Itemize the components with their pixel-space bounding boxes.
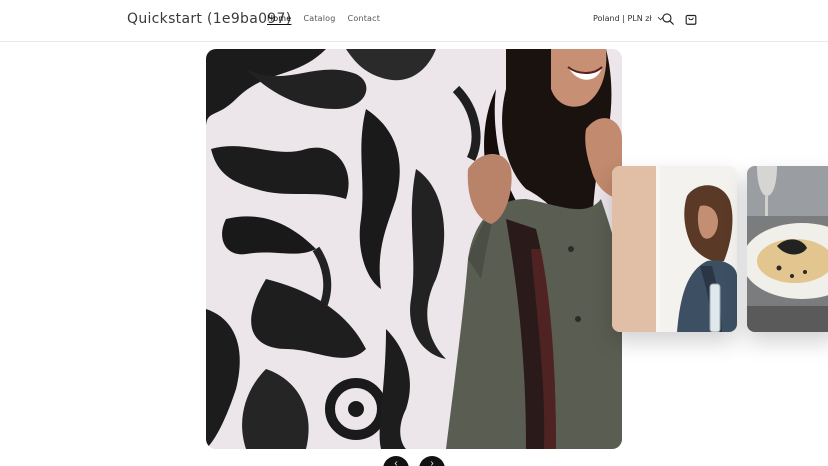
slider-prev-button[interactable]: ‹ bbox=[383, 456, 409, 466]
nav-item-home[interactable]: Home bbox=[267, 14, 291, 23]
search-icon[interactable] bbox=[661, 12, 675, 26]
chevron-right-icon: › bbox=[430, 458, 434, 466]
nav-item-catalog[interactable]: Catalog bbox=[303, 14, 335, 23]
nav-item-contact[interactable]: Contact bbox=[348, 14, 381, 23]
country-selector-label: Poland | PLN zł bbox=[593, 14, 652, 23]
cart-icon[interactable] bbox=[684, 12, 698, 26]
country-selector[interactable]: Poland | PLN zł bbox=[593, 14, 664, 23]
slider-next-button[interactable]: › bbox=[419, 456, 445, 466]
slide-card-food[interactable] bbox=[747, 166, 828, 332]
hero-image bbox=[206, 49, 622, 449]
chevron-left-icon: ‹ bbox=[394, 458, 398, 466]
main-nav: Home Catalog Contact bbox=[267, 14, 380, 23]
site-header: Quickstart (1e9ba097) Home Catalog Conta… bbox=[0, 0, 828, 42]
slide-card-woman[interactable] bbox=[612, 166, 737, 332]
